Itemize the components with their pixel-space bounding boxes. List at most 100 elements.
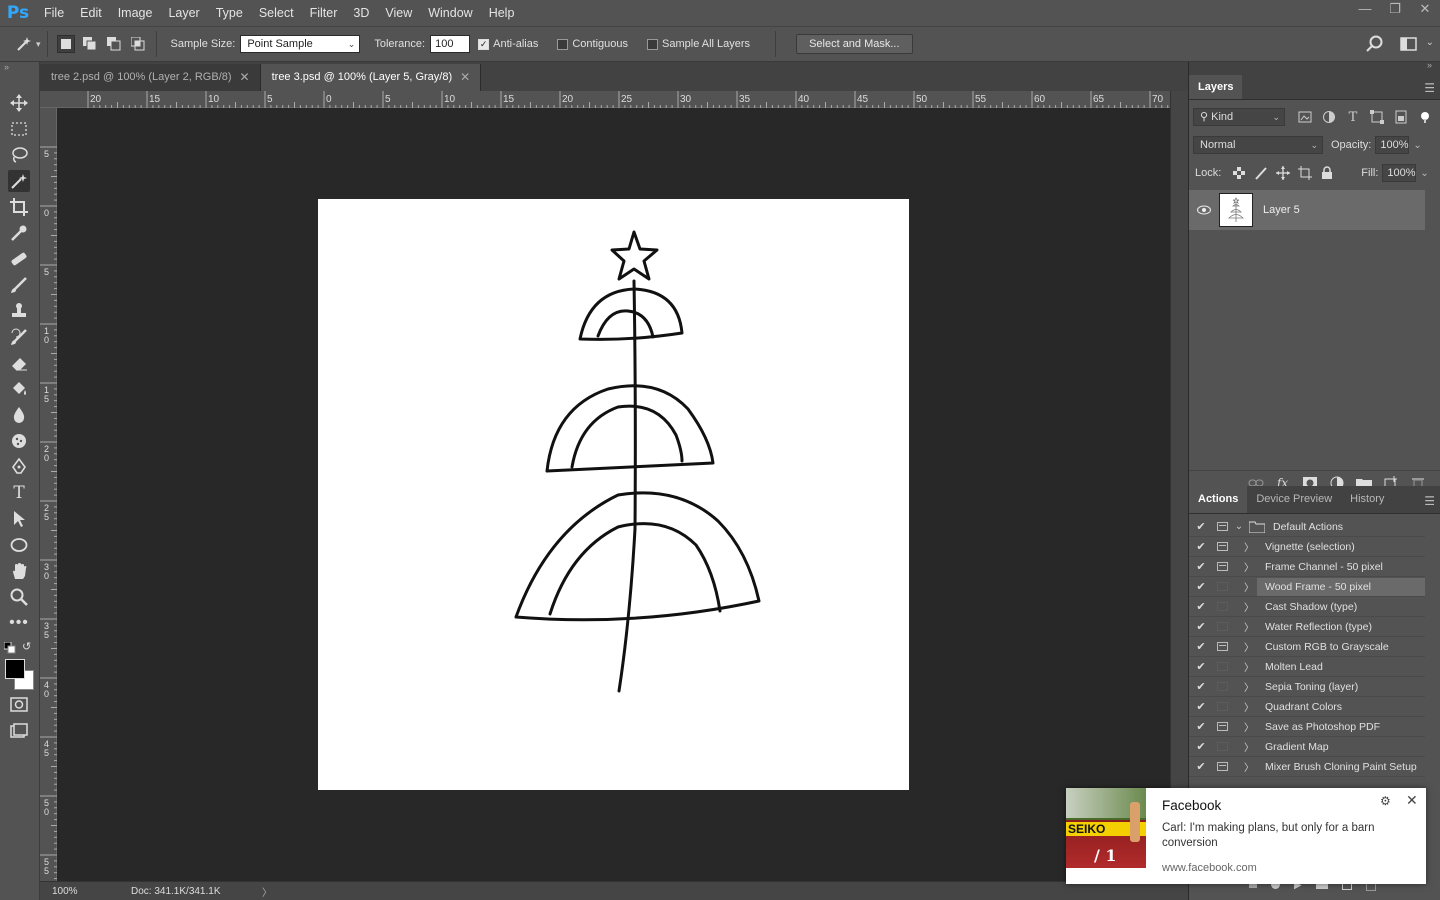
- lock-all-icon[interactable]: [1317, 165, 1337, 181]
- ellipse-tool-icon[interactable]: [8, 534, 30, 556]
- panel-menu-icon[interactable]: ☰: [1424, 494, 1435, 508]
- blend-mode-select[interactable]: Normal ⌄: [1193, 136, 1323, 154]
- filter-smart-object-icon[interactable]: [1391, 109, 1411, 125]
- action-name[interactable]: Cast Shadow (type): [1257, 598, 1425, 616]
- sponge-tool-icon[interactable]: [8, 430, 30, 452]
- eye-icon[interactable]: [1189, 205, 1219, 215]
- marquee-tool-icon[interactable]: [8, 118, 30, 140]
- chevron-right-icon[interactable]: 〉: [1241, 719, 1257, 734]
- close-icon[interactable]: ✕: [460, 64, 470, 91]
- dialog-toggle-icon[interactable]: [1213, 620, 1231, 634]
- layer-row[interactable]: Layer 5: [1189, 190, 1425, 230]
- add-to-selection-icon[interactable]: [81, 35, 99, 53]
- check-icon[interactable]: ✔: [1189, 660, 1213, 673]
- chevron-right-icon[interactable]: 〉: [1241, 739, 1257, 754]
- facebook-notification[interactable]: SEIKO / 1 Facebook Carl: I'm making plan…: [1066, 788, 1426, 884]
- menu-image[interactable]: Image: [110, 0, 161, 26]
- chevron-down-icon[interactable]: ⌄: [1231, 521, 1247, 532]
- new-selection-icon[interactable]: [56, 35, 75, 53]
- menu-file[interactable]: File: [36, 0, 72, 26]
- vertical-scrollbar[interactable]: [1170, 91, 1188, 881]
- clone-stamp-tool-icon[interactable]: [8, 300, 30, 322]
- chevron-right-icon[interactable]: 〉: [1241, 679, 1257, 694]
- chevron-right-icon[interactable]: 〉: [1241, 579, 1257, 594]
- horizontal-ruler[interactable]: 20 15 10 5 0 5 10 15 20 25 30 35 40 45 50 55 60 65 70: [40, 91, 1204, 108]
- hand-tool-icon[interactable]: [8, 560, 30, 582]
- dialog-toggle-icon[interactable]: [1213, 740, 1231, 754]
- document-canvas[interactable]: [318, 199, 909, 790]
- select-and-mask-button[interactable]: Select and Mask...: [796, 34, 913, 54]
- check-icon[interactable]: ✔: [1189, 640, 1213, 653]
- action-name[interactable]: Frame Channel - 50 pixel: [1257, 558, 1425, 576]
- collapse-arrows-icon[interactable]: »: [4, 62, 9, 72]
- chevron-right-icon[interactable]: 〉: [1241, 699, 1257, 714]
- eyedropper-tool-icon[interactable]: [8, 222, 30, 244]
- history-brush-tool-icon[interactable]: [8, 326, 30, 348]
- tab-layers[interactable]: Layers: [1189, 75, 1243, 99]
- lock-image-pixels-icon[interactable]: [1251, 165, 1271, 181]
- action-set-name[interactable]: Default Actions: [1265, 518, 1425, 536]
- fill-input[interactable]: 100%: [1382, 164, 1417, 182]
- action-name[interactable]: Mixer Brush Cloning Paint Setup: [1257, 758, 1425, 776]
- menu-window[interactable]: Window: [420, 0, 480, 26]
- menu-help[interactable]: Help: [481, 0, 523, 26]
- action-name[interactable]: Quadrant Colors: [1257, 698, 1425, 716]
- action-name[interactable]: Save as Photoshop PDF: [1257, 718, 1425, 736]
- workspace-icon[interactable]: [1400, 36, 1418, 55]
- sample-all-layers-checkbox[interactable]: [647, 38, 659, 50]
- zoom-level[interactable]: 100%: [52, 886, 112, 897]
- chevron-right-icon[interactable]: 〉: [1241, 619, 1257, 634]
- filter-pixel-icon[interactable]: [1295, 109, 1315, 125]
- chevron-down-icon[interactable]: ⌄: [1426, 37, 1434, 48]
- action-item[interactable]: ✔ 〉 Mixer Brush Cloning Paint Setup: [1189, 757, 1425, 777]
- close-icon[interactable]: ✕: [1406, 792, 1418, 809]
- swap-colors-icon[interactable]: ↺: [22, 640, 31, 653]
- menu-view[interactable]: View: [377, 0, 420, 26]
- tab-tree-3[interactable]: tree 3.psd @ 100% (Layer 5, Gray/8) ✕: [260, 64, 482, 91]
- menu-filter[interactable]: Filter: [302, 0, 346, 26]
- dialog-toggle-icon[interactable]: [1213, 640, 1231, 654]
- dialog-toggle-icon[interactable]: [1213, 660, 1231, 674]
- dialog-toggle-icon[interactable]: [1213, 580, 1231, 594]
- action-item[interactable]: ✔ 〉 Cast Shadow (type): [1189, 597, 1425, 617]
- zoom-tool-icon[interactable]: [8, 586, 30, 608]
- search-icon[interactable]: [1366, 35, 1384, 56]
- paint-bucket-tool-icon[interactable]: [8, 378, 30, 400]
- action-item[interactable]: ✔ 〉 Save as Photoshop PDF: [1189, 717, 1425, 737]
- action-item[interactable]: ✔ 〉 Quadrant Colors: [1189, 697, 1425, 717]
- action-name[interactable]: Wood Frame - 50 pixel: [1257, 577, 1425, 596]
- sample-size-select[interactable]: Point Sample ⌄: [240, 35, 361, 53]
- screen-mode-icon[interactable]: [8, 720, 30, 742]
- check-icon[interactable]: ✔: [1189, 760, 1213, 773]
- vertical-ruler[interactable]: 50510152025303540455055: [40, 108, 57, 897]
- close-window-icon[interactable]: ✕: [1410, 0, 1440, 20]
- foreground-color-swatch[interactable]: [5, 659, 25, 679]
- check-icon[interactable]: ✔: [1189, 600, 1213, 613]
- check-icon[interactable]: ✔: [1189, 620, 1213, 633]
- antialias-option[interactable]: ✓ Anti-alias: [478, 38, 543, 50]
- layer-name[interactable]: Layer 5: [1263, 204, 1300, 216]
- action-item[interactable]: ✔ 〉 Vignette (selection): [1189, 537, 1425, 557]
- chevron-right-icon[interactable]: 〉: [262, 884, 272, 899]
- blur-tool-icon[interactable]: [8, 404, 30, 426]
- layer-thumbnail[interactable]: [1219, 193, 1253, 227]
- lasso-tool-icon[interactable]: [8, 144, 30, 166]
- dialog-toggle-icon[interactable]: [1213, 700, 1231, 714]
- chevron-right-icon[interactable]: 〉: [1241, 759, 1257, 774]
- lock-position-icon[interactable]: [1273, 165, 1293, 181]
- quick-mask-icon[interactable]: [8, 694, 30, 716]
- chevron-down-icon[interactable]: ⌄: [1420, 168, 1428, 179]
- dialog-toggle-icon[interactable]: [1213, 560, 1231, 574]
- path-selection-tool-icon[interactable]: [8, 508, 30, 530]
- type-tool-icon[interactable]: T: [8, 482, 30, 504]
- dialog-toggle-icon[interactable]: [1213, 760, 1231, 774]
- chevron-right-icon[interactable]: 〉: [1241, 639, 1257, 654]
- check-icon[interactable]: ✔: [1189, 540, 1213, 553]
- close-icon[interactable]: ✕: [240, 64, 250, 91]
- eraser-tool-icon[interactable]: [8, 352, 30, 374]
- chevron-right-icon[interactable]: 〉: [1241, 539, 1257, 554]
- action-item[interactable]: ✔ 〉 Water Reflection (type): [1189, 617, 1425, 637]
- check-icon[interactable]: ✔: [1189, 680, 1213, 693]
- tab-history[interactable]: History: [1341, 486, 1393, 513]
- action-item[interactable]: ✔ 〉 Custom RGB to Grayscale: [1189, 637, 1425, 657]
